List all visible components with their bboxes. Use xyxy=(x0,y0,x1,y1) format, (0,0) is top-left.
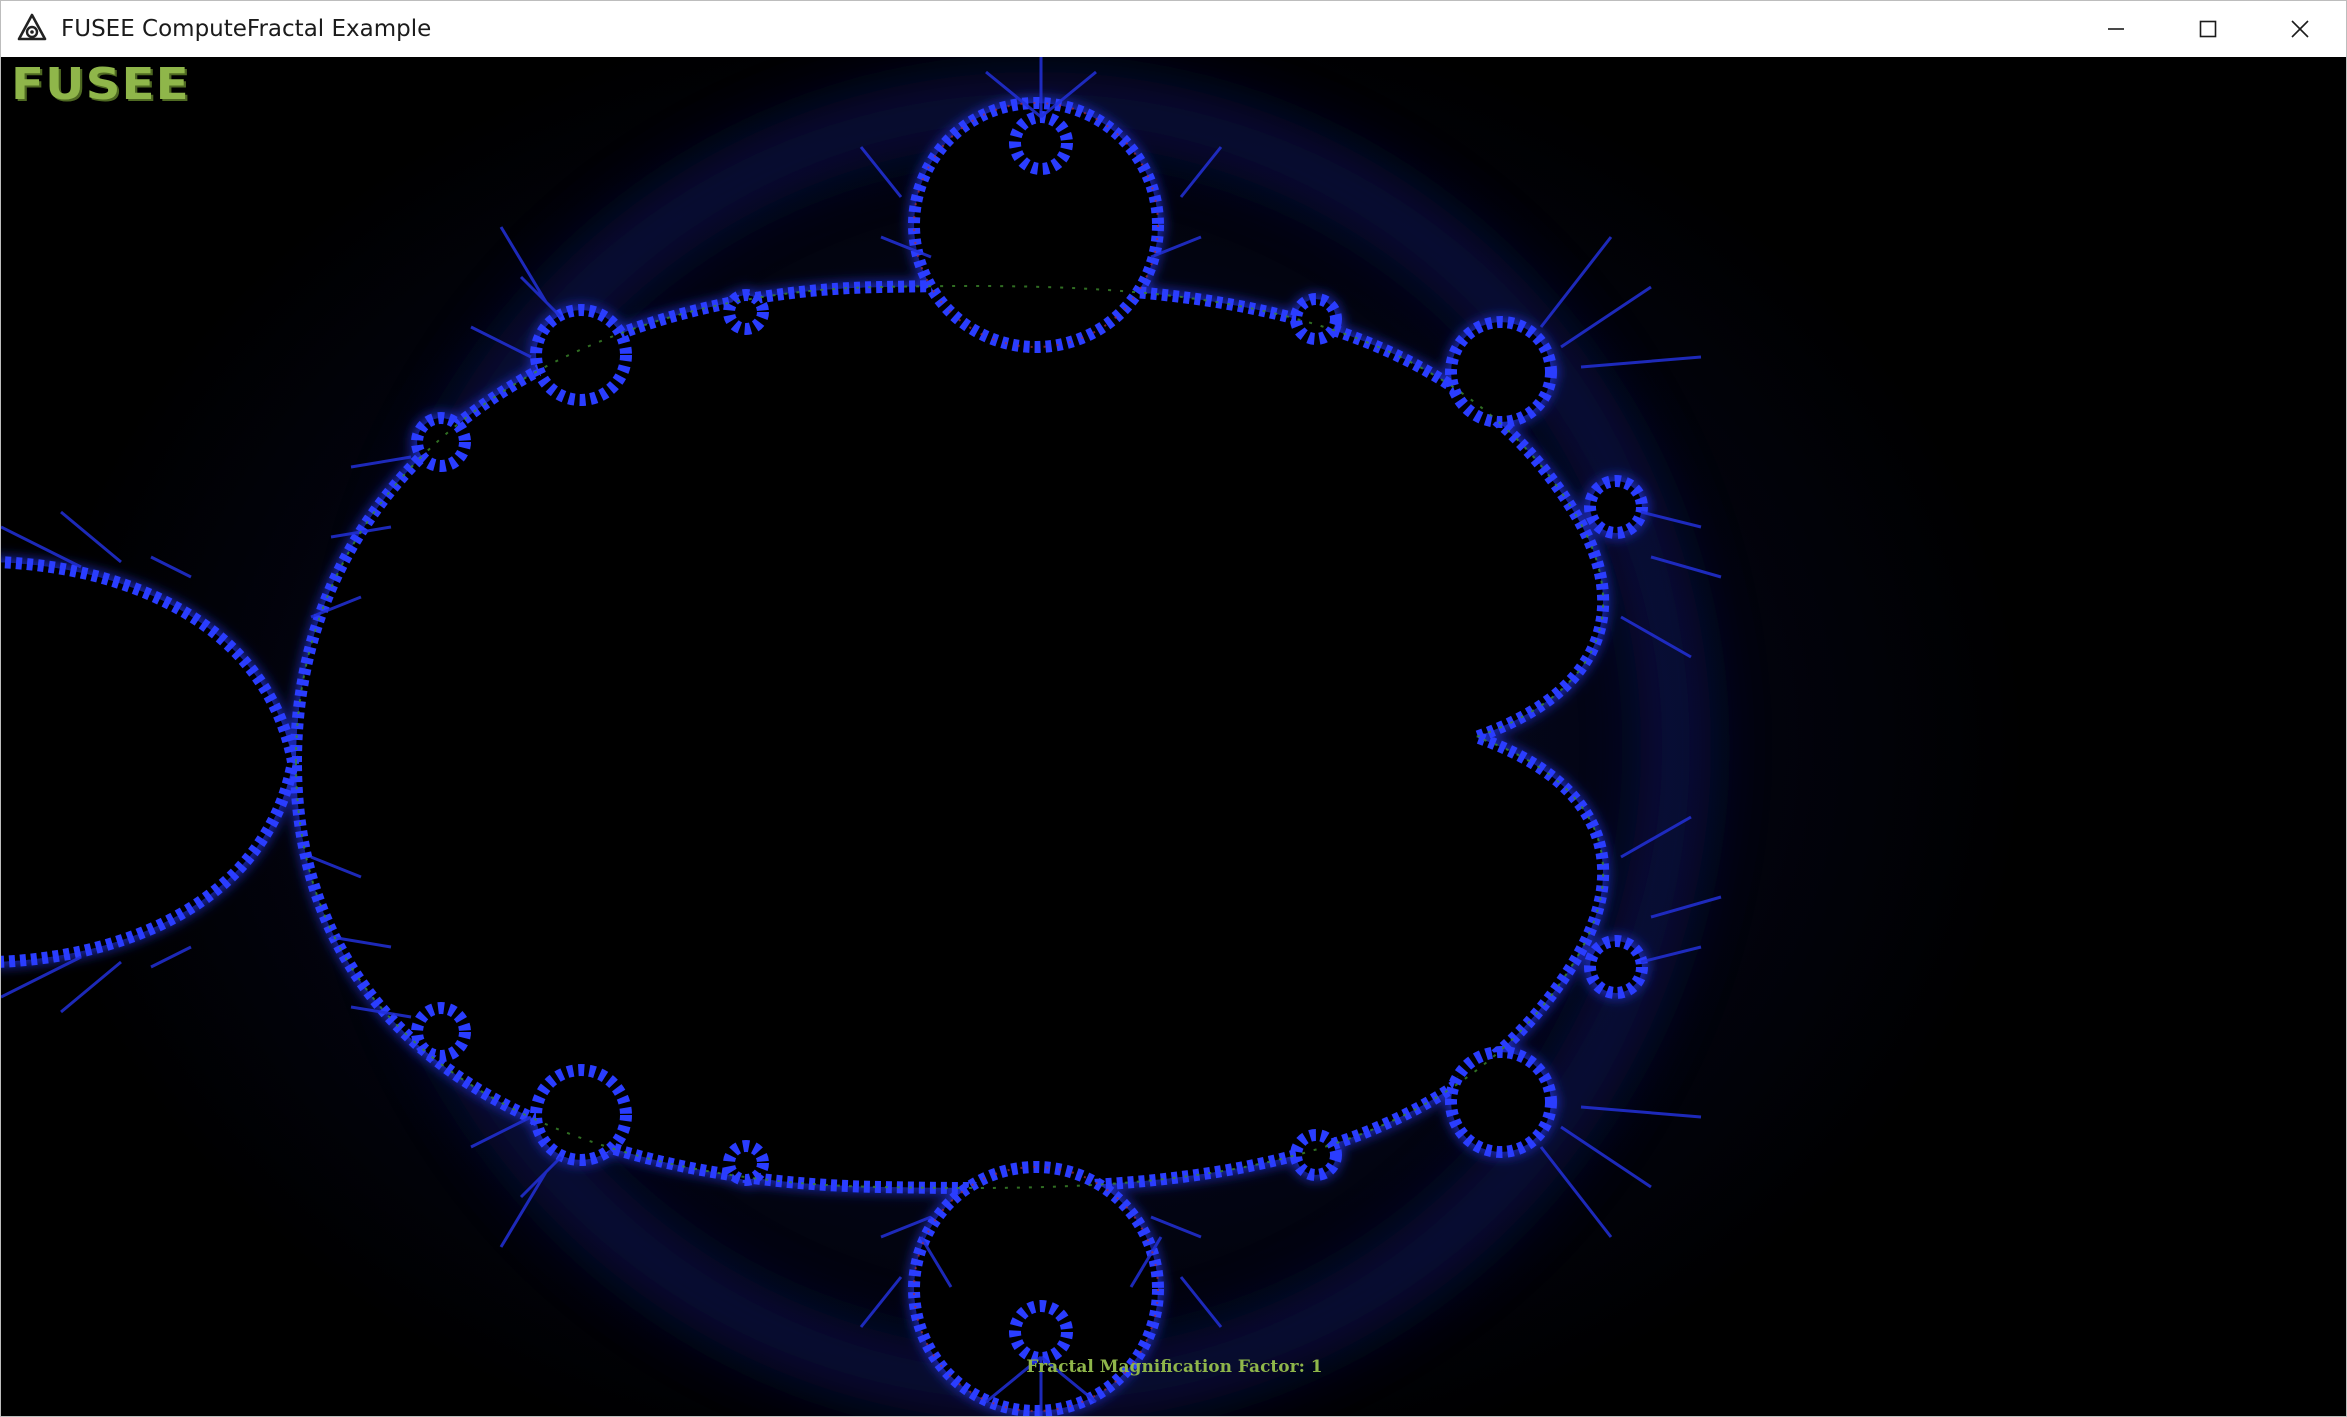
mandelbrot-fractal xyxy=(1,57,1722,1416)
window-controls xyxy=(2070,1,2346,57)
title-bar[interactable]: FUSEE ComputeFractal Example xyxy=(1,1,2346,58)
fractal-edge xyxy=(1,97,1648,1416)
close-button[interactable] xyxy=(2254,1,2346,57)
close-icon xyxy=(2291,20,2309,38)
app-window: FUSEE ComputeFractal Example FUSEE Fract… xyxy=(0,0,2347,1417)
minimize-button[interactable] xyxy=(2070,1,2162,57)
window-title: FUSEE ComputeFractal Example xyxy=(61,16,432,42)
magnification-label: Fractal Magnification Factor: 1 xyxy=(1026,1357,1323,1377)
minimize-icon xyxy=(2108,28,2124,30)
render-canvas[interactable]: FUSEE Fractal Magnification Factor: 1 xyxy=(1,57,2346,1416)
maximize-button[interactable] xyxy=(2162,1,2254,57)
maximize-icon xyxy=(2199,20,2217,38)
fusee-logo: FUSEE xyxy=(11,59,190,110)
fusee-app-icon xyxy=(17,13,47,41)
